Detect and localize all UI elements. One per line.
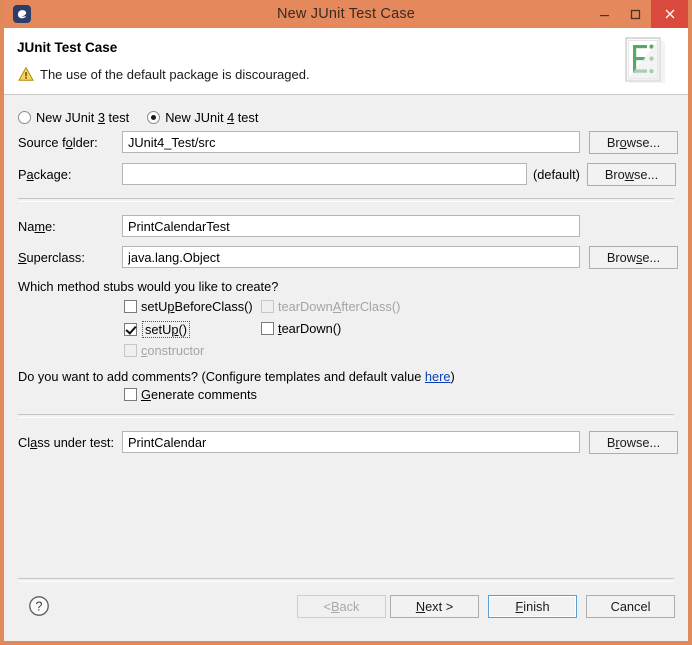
separator-3 — [18, 578, 674, 582]
close-icon[interactable] — [651, 0, 688, 28]
junit-testcase-icon — [625, 37, 665, 83]
source-folder-browse-button[interactable]: Br o wse... — [589, 130, 678, 154]
separator-2 — [18, 414, 674, 418]
checkbox-teardownafterclass-indicator — [261, 300, 274, 313]
checkbox-teardown-label: tearDown() — [278, 321, 342, 336]
name-input[interactable] — [122, 215, 580, 237]
checkbox-setupbeforeclass-indicator — [124, 300, 137, 313]
radio-junit3[interactable]: New JUnit 3 test — [18, 110, 129, 125]
window-title: New JUnit Test Case — [276, 6, 416, 22]
back-button: < Back — [297, 595, 386, 618]
minimize-icon[interactable] — [589, 0, 620, 28]
button-bar: ? < Back Next > Finish Cancel — [4, 578, 688, 637]
stubs-question-row: Which method stubs would you like to cre… — [18, 275, 688, 297]
checkbox-teardown[interactable]: tearDown() — [261, 321, 341, 336]
name-label: Name: — [18, 218, 56, 234]
maximize-icon[interactable] — [620, 0, 651, 28]
finish-button[interactable]: Finish — [488, 595, 577, 618]
class-under-test-label: Class under test: — [18, 434, 115, 450]
radio-junit4-label: New JUnit 4 test — [165, 109, 259, 125]
package-row: Package: (default) Bro w se... — [18, 162, 688, 186]
eclipse-icon — [13, 5, 31, 23]
superclass-row: Superclass: Browse... — [18, 245, 688, 269]
checkbox-generate-comments[interactable]: Generate comments — [124, 387, 257, 402]
checkbox-generate-comments-label: Generate comments — [141, 387, 257, 402]
package-browse-button[interactable]: Bro w se... — [587, 162, 676, 186]
dialog-body: New JUnit 3 test New JUnit 4 test Source… — [4, 95, 688, 605]
radio-junit4[interactable]: New JUnit 4 test — [147, 110, 258, 125]
header-message-row: The use of the default package is discou… — [18, 66, 310, 82]
cancel-button[interactable]: Cancel — [586, 595, 675, 618]
checkbox-constructor-indicator — [124, 344, 137, 357]
checkbox-teardownafterclass: tearDownAfterClass() — [261, 299, 400, 314]
new-junit-test-case-dialog: New JUnit Test Case JUnit Test Case The … — [0, 0, 692, 645]
checkbox-teardown-indicator — [261, 322, 274, 335]
source-folder-row: Source folder: Browse... — [18, 130, 688, 154]
checkbox-setup-label: setUp() — [142, 321, 190, 338]
checkbox-teardownafterclass-label: tearDownAfterClass() — [278, 299, 401, 314]
comments-question-row: Do you want to add comments? (Configure … — [18, 365, 688, 387]
checkbox-setupbeforeclass-label: setUpBeforeClass() — [141, 299, 253, 314]
superclass-browse-button[interactable]: Brow s e... — [589, 245, 678, 269]
checkbox-constructor: constructor — [124, 343, 204, 358]
package-default-label: (default) — [533, 166, 580, 182]
stubs-question: Which method stubs would you like to cre… — [18, 278, 279, 294]
radio-junit3-label: New JUnit 3 test — [36, 109, 130, 125]
next-button[interactable]: Next > — [390, 595, 479, 618]
checkbox-constructor-label: constructor — [141, 343, 205, 358]
checkbox-setupbeforeclass[interactable]: setUpBeforeClass() — [124, 299, 253, 314]
configure-templates-link[interactable]: here — [425, 369, 451, 384]
page-title: JUnit Test Case — [17, 40, 118, 55]
dialog-header: JUnit Test Case The use of the default p… — [4, 28, 688, 95]
title-bar: New JUnit Test Case — [4, 0, 688, 28]
class-under-test-browse-button[interactable]: Br owse... — [589, 430, 678, 454]
radio-junit3-indicator — [18, 110, 31, 124]
header-message: The use of the default package is discou… — [40, 66, 310, 82]
warning-icon — [18, 66, 34, 81]
checkbox-generate-comments-indicator — [124, 388, 137, 401]
separator-1 — [18, 198, 674, 202]
svg-text:?: ? — [36, 600, 43, 614]
window-controls — [589, 0, 688, 28]
package-input[interactable] — [122, 163, 527, 185]
class-under-test-input[interactable] — [122, 431, 580, 453]
superclass-label: Superclass: — [18, 249, 85, 265]
source-folder-label: Source folder: — [18, 134, 98, 150]
test-kind-radio-group: New JUnit 3 test New JUnit 4 test — [18, 106, 688, 128]
checkbox-setup[interactable]: setUp() — [124, 321, 190, 338]
radio-junit4-indicator — [147, 110, 161, 124]
comments-question: Do you want to add comments? (Configure … — [18, 368, 455, 384]
source-folder-input[interactable] — [122, 131, 580, 153]
class-under-test-row: Class under test: Browse... — [18, 430, 688, 454]
checkbox-setup-indicator — [124, 323, 137, 336]
name-row: Name: — [18, 215, 688, 237]
help-icon[interactable]: ? — [28, 595, 50, 617]
superclass-input[interactable] — [122, 246, 580, 268]
package-label: Package: — [18, 166, 72, 182]
